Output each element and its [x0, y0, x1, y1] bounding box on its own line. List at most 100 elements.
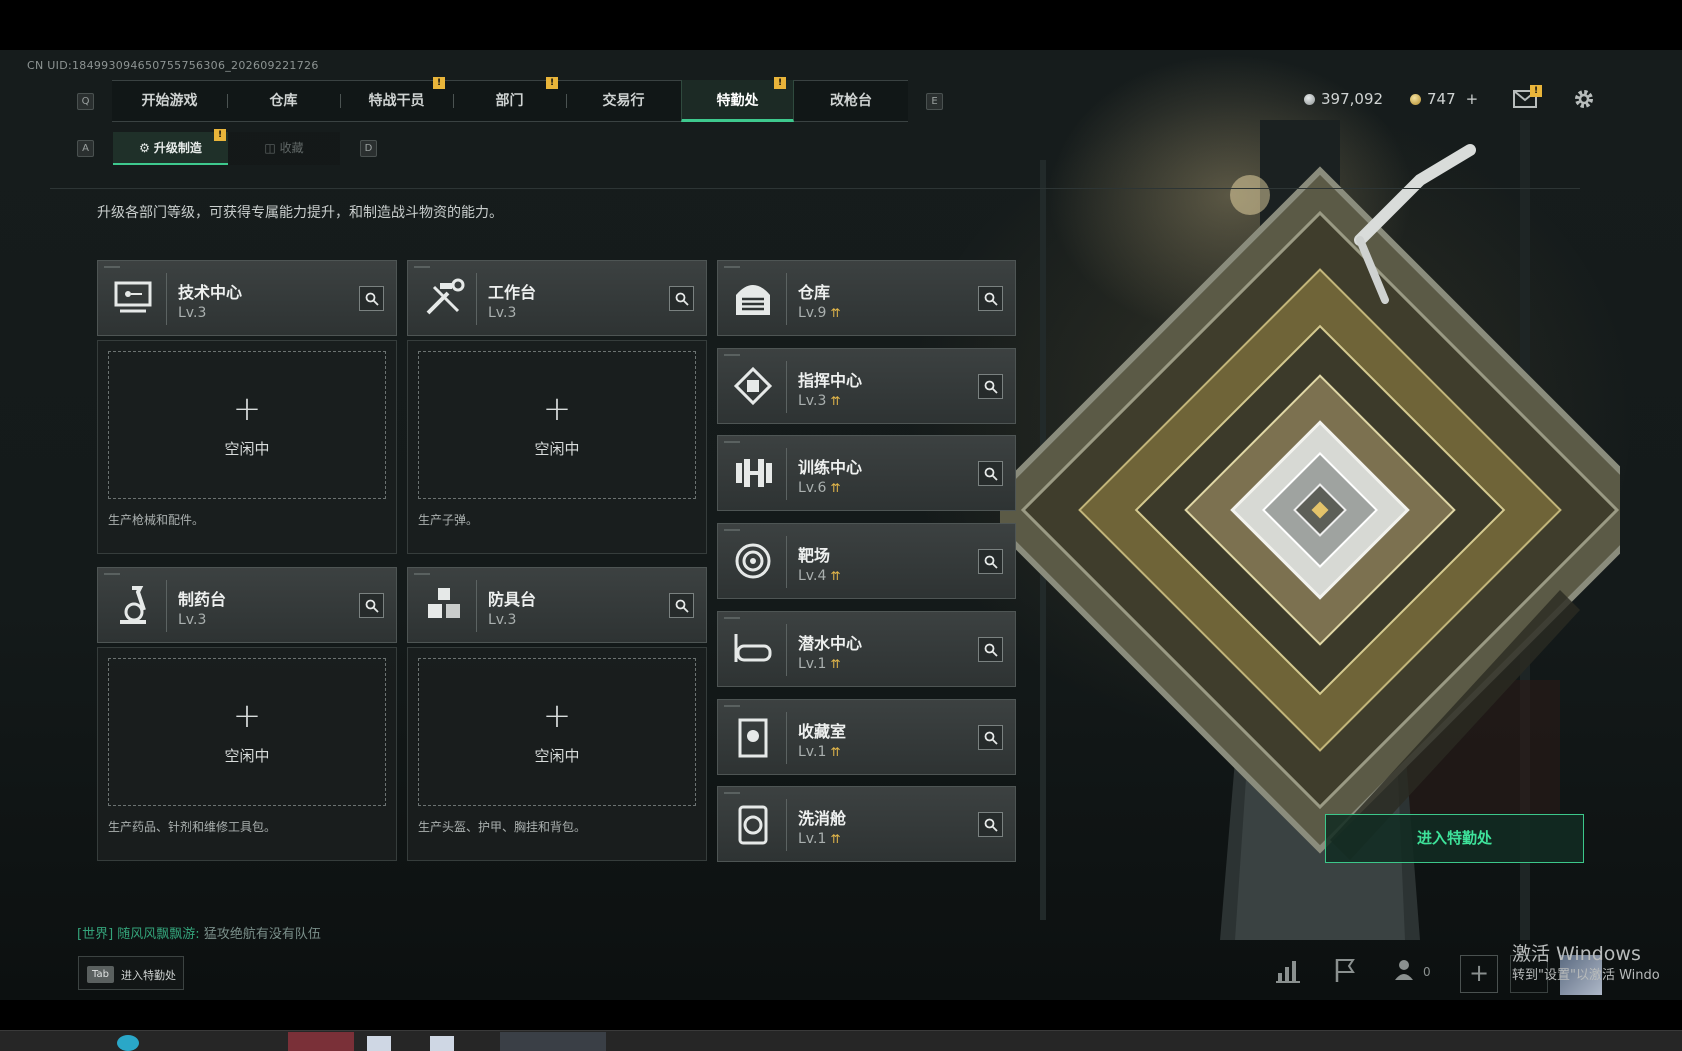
workshop-card-header[interactable]: 制药台 Lv.3: [97, 567, 397, 643]
diving-center-icon: [728, 624, 778, 674]
search-icon: [984, 643, 998, 657]
taskbar-app-notepad[interactable]: [430, 1036, 454, 1051]
card-corner-mark: [724, 704, 740, 707]
facility-name: 潜水中心: [798, 633, 863, 653]
silver-amount: 397,092: [1321, 90, 1384, 108]
add-friend-button[interactable]: +: [1460, 955, 1498, 993]
chat-line[interactable]: [世界] 随风风飘飘游: 猛攻绝航有没有队伍: [77, 923, 321, 942]
silver-coin-icon: [1304, 94, 1315, 105]
inspect-search-button[interactable]: [669, 593, 694, 618]
inspect-search-button[interactable]: [978, 461, 1003, 487]
taskbar-app-game[interactable]: [288, 1032, 354, 1051]
inspect-search-button[interactable]: [978, 636, 1003, 662]
flag-icon[interactable]: [1330, 955, 1360, 985]
slot-status: 空闲中: [224, 747, 270, 765]
facility-card[interactable]: 仓库 Lv.9 ⇈: [717, 260, 1016, 336]
subtab-collection[interactable]: ◫ 收藏: [228, 132, 340, 165]
taskbar-app-active[interactable]: [500, 1032, 606, 1051]
stats-bar-chart-icon[interactable]: [1274, 955, 1304, 985]
silver-currency: 397,092: [1304, 90, 1383, 108]
workshop-note: 生产子弹。: [418, 513, 479, 527]
workshop-name: 制药台: [178, 590, 227, 609]
inspect-search-button[interactable]: [359, 286, 384, 311]
subtab-upgrade-craft[interactable]: ⚙ 升级制造: [113, 132, 228, 165]
inspect-search-button[interactable]: [978, 812, 1003, 838]
facility-level: Lv.3: [798, 392, 827, 409]
craft-slot[interactable]: + 空闲中: [418, 658, 696, 806]
add-craft-icon: +: [232, 389, 262, 429]
decontamination-icon: [728, 799, 778, 849]
add-craft-icon: +: [232, 696, 262, 736]
friends-count: 0: [1423, 965, 1431, 979]
workshop-level: Lv.3: [178, 305, 207, 321]
card-corner-mark: [104, 573, 120, 575]
subtab-prev-key[interactable]: A: [77, 140, 94, 157]
inspect-search-button[interactable]: [978, 373, 1003, 399]
card-corner-mark: [724, 616, 740, 619]
facility-card[interactable]: 靶场 Lv.4 ⇈: [717, 523, 1016, 600]
gold-coin-icon: [1410, 94, 1421, 105]
card-divider: [786, 273, 787, 325]
friends-icon[interactable]: [1392, 955, 1422, 985]
search-icon: [675, 599, 689, 613]
card-corner-mark: [724, 529, 740, 532]
facility-card[interactable]: 洗消舱 Lv.1 ⇈: [717, 786, 1016, 863]
facility-card[interactable]: 训练中心 Lv.6 ⇈: [717, 435, 1016, 512]
card-divider: [476, 273, 477, 325]
inspect-search-button[interactable]: [978, 724, 1003, 750]
nav-alert-badge: !: [433, 77, 445, 89]
inspect-search-button[interactable]: [669, 286, 694, 311]
nav-tab-1[interactable]: 仓库: [227, 80, 340, 122]
card-divider: [786, 360, 787, 413]
subtab-next-key[interactable]: D: [360, 140, 377, 157]
card-corner-mark: [724, 266, 740, 268]
facility-card[interactable]: 指挥中心 Lv.3 ⇈: [717, 347, 1016, 424]
inspect-search-button[interactable]: [359, 593, 384, 618]
windows-activation-title: 激活 Windows: [1512, 943, 1641, 965]
facility-card[interactable]: 潜水中心 Lv.1 ⇈: [717, 610, 1016, 687]
edge-browser-icon[interactable]: [117, 1035, 139, 1051]
facility-level-row: Lv.6 ⇈: [798, 480, 840, 496]
add-craft-icon: +: [542, 696, 572, 736]
facility-name: 指挥中心: [798, 370, 863, 390]
slot-status: 空闲中: [534, 747, 580, 765]
facility-level: Lv.6: [798, 480, 827, 497]
subtab-alert-badge: !: [214, 129, 226, 141]
craft-slot[interactable]: + 空闲中: [418, 351, 696, 499]
card-divider: [166, 273, 167, 325]
add-craft-icon: +: [542, 389, 572, 429]
settings-gear-icon[interactable]: [1572, 87, 1596, 111]
craft-slot[interactable]: + 空闲中: [108, 351, 386, 499]
nav-prev-key[interactable]: Q: [77, 93, 94, 110]
workshop-card-header[interactable]: 工作台 Lv.3: [407, 260, 707, 336]
upgrade-arrow-icon: ⇈: [830, 832, 841, 847]
search-icon: [984, 818, 998, 832]
workshop-card-header[interactable]: 防具台 Lv.3: [407, 567, 707, 643]
workshop-name: 技术中心: [178, 283, 243, 302]
tab-hint[interactable]: Tab 进入特勤处: [78, 956, 184, 990]
add-gold-button[interactable]: +: [1466, 90, 1479, 108]
game-screen: CN UID:184993094650755756306_20260922172…: [0, 0, 1682, 1051]
taskbar-app-explorer[interactable]: [367, 1036, 391, 1051]
nav-next-key[interactable]: E: [926, 93, 943, 110]
mail-alert-badge: !: [1530, 85, 1542, 97]
facility-level: Lv.4: [798, 568, 827, 585]
workbench-icon: [418, 273, 468, 323]
nav-tab-6[interactable]: 改枪台: [794, 80, 908, 122]
facility-card[interactable]: 收藏室 Lv.1 ⇈: [717, 698, 1016, 775]
enter-special-ops-button[interactable]: 进入特勤处: [1325, 814, 1584, 863]
workshop-card-header[interactable]: 技术中心 Lv.3: [97, 260, 397, 336]
header-divider: [50, 188, 1580, 189]
card-divider: [166, 580, 167, 632]
workshop-note: 生产头盔、护甲、胸挂和背包。: [418, 820, 587, 834]
tech-center-icon: [108, 273, 158, 323]
card-corner-mark: [724, 441, 740, 444]
inspect-search-button[interactable]: [978, 286, 1003, 311]
nav-tab-0[interactable]: 开始游戏: [112, 80, 227, 122]
nav-separator: [340, 94, 341, 108]
command-center-icon: [728, 361, 778, 411]
inspect-search-button[interactable]: [978, 549, 1003, 575]
nav-tab-4[interactable]: 交易行: [566, 80, 681, 122]
craft-slot[interactable]: + 空闲中: [108, 658, 386, 806]
card-divider: [786, 448, 787, 501]
